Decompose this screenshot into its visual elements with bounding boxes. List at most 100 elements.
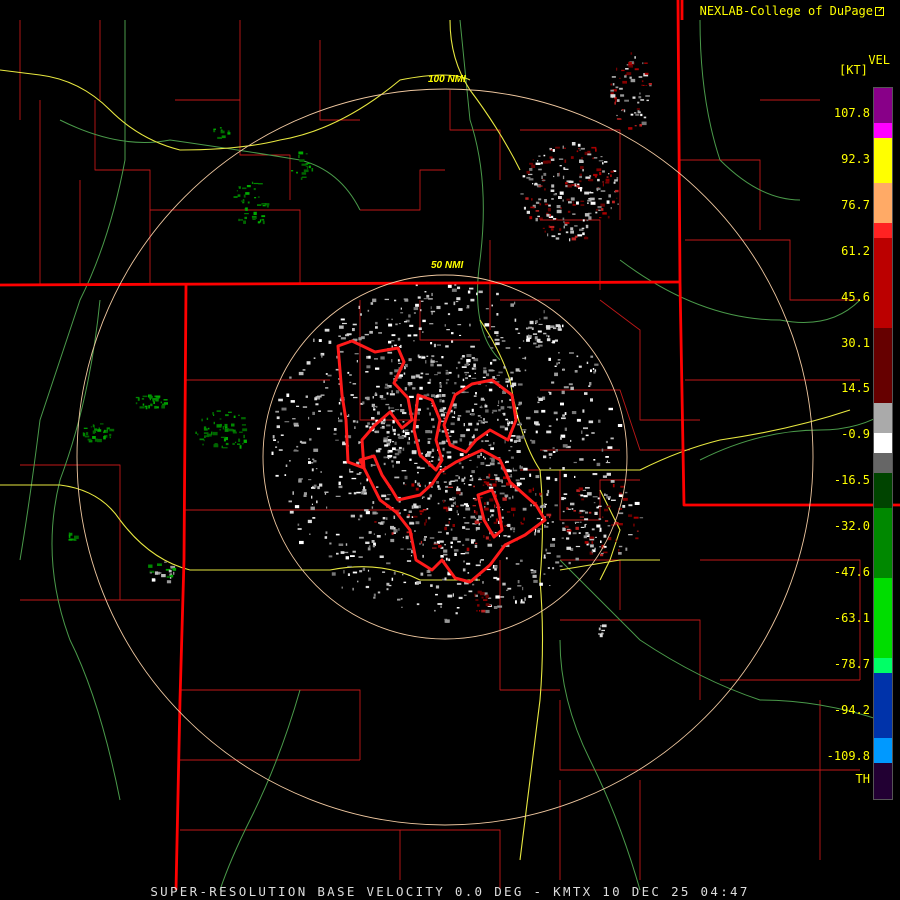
echo-pixel xyxy=(413,340,415,342)
echo-pixel xyxy=(367,569,370,572)
echo-pixel xyxy=(467,290,471,294)
echo-pixel xyxy=(468,484,472,486)
echo-pixel xyxy=(453,416,456,418)
echo-pixel xyxy=(411,483,415,487)
echo-pixel xyxy=(539,318,541,320)
echo-pixel xyxy=(515,368,520,372)
echo-pixel xyxy=(435,593,438,596)
echo-pixel xyxy=(219,418,222,420)
echo-pixel xyxy=(614,101,616,105)
echo-pixel xyxy=(515,328,519,331)
echo-pixel xyxy=(387,494,391,496)
echo-pixel xyxy=(566,537,570,540)
echo-pixel xyxy=(562,414,566,417)
echo-pixel xyxy=(305,395,308,398)
echo-pixel xyxy=(400,548,404,550)
echo-pixel xyxy=(594,363,599,366)
echo-pixel xyxy=(566,198,570,201)
colorbar-segment xyxy=(874,223,892,238)
echo-pixel xyxy=(571,142,576,146)
echo-pixel xyxy=(490,361,493,365)
echo-pixel xyxy=(544,503,546,506)
echo-pixel xyxy=(544,199,547,203)
echo-pixel xyxy=(173,571,175,575)
echo-pixel xyxy=(496,313,499,316)
echo-pixel xyxy=(494,504,496,508)
echo-pixel xyxy=(348,492,352,495)
echo-pixel xyxy=(528,489,532,493)
echo-pixel xyxy=(442,400,445,403)
echo-pixel xyxy=(450,480,456,482)
echo-pixel xyxy=(581,437,585,441)
echo-pixel xyxy=(155,398,159,402)
echo-pixel xyxy=(195,431,197,434)
echo-pixel xyxy=(510,438,513,442)
warning-polygon[interactable] xyxy=(358,448,547,584)
echo-pixel xyxy=(257,196,260,198)
echo-pixel xyxy=(415,487,419,491)
echo-pixel xyxy=(639,124,642,127)
echo-pixel xyxy=(393,571,396,575)
echo-pixel xyxy=(429,537,435,539)
echo-pixel xyxy=(400,307,402,310)
echo-pixel xyxy=(383,439,387,443)
echo-pixel xyxy=(394,476,400,479)
echo-pixel xyxy=(582,232,585,236)
echo-pixel xyxy=(499,492,505,495)
echo-pixel xyxy=(402,447,405,451)
echo-pixel xyxy=(437,458,441,461)
echo-pixel xyxy=(473,395,477,397)
echo-pixel xyxy=(574,370,578,373)
echo-pixel xyxy=(436,394,439,398)
echo-pixel xyxy=(370,464,373,467)
echo-pixel xyxy=(620,485,625,488)
colorbar-segment xyxy=(874,508,892,578)
echo-pixel xyxy=(306,165,308,170)
echo-pixel xyxy=(586,543,589,546)
echo-pixel xyxy=(464,371,469,374)
echo-pixel xyxy=(368,531,372,534)
echo-pixel xyxy=(466,354,472,358)
county-border xyxy=(79,180,301,285)
echo-pixel xyxy=(427,381,431,384)
echo-pixel xyxy=(451,288,457,292)
echo-pixel xyxy=(442,411,446,413)
echo-pixel xyxy=(589,197,595,201)
echo-pixel xyxy=(370,302,374,305)
echo-pixel xyxy=(562,444,568,448)
echo-pixel xyxy=(596,168,602,172)
echo-pixel xyxy=(511,507,516,511)
echo-pixel xyxy=(595,148,597,152)
echo-pixel xyxy=(477,604,480,607)
credit-link[interactable]: NEXLAB-College of DuPage xyxy=(700,4,884,18)
echo-pixel xyxy=(232,431,237,434)
echo-pixel xyxy=(552,149,555,152)
echo-pixel xyxy=(317,427,321,430)
echo-pixel xyxy=(392,447,396,451)
echo-pixel xyxy=(537,401,540,404)
radar-viewer: 100 NMI 50 NMI NEXLAB-College of DuPage … xyxy=(0,0,900,900)
echo-pixel xyxy=(471,357,475,359)
echo-pixel xyxy=(553,327,557,330)
echo-pixel xyxy=(454,479,458,482)
echo-pixel xyxy=(571,237,577,241)
echo-pixel xyxy=(430,584,433,587)
echo-pixel xyxy=(610,174,612,177)
county-border xyxy=(185,300,690,511)
echo-pixel xyxy=(464,522,470,524)
echo-pixel xyxy=(408,510,412,513)
echo-pixel xyxy=(365,585,370,589)
echo-pixel xyxy=(644,72,649,75)
echo-pixel xyxy=(397,359,400,362)
echo-pixel xyxy=(293,424,299,427)
echo-pixel xyxy=(149,398,151,401)
echo-pixel xyxy=(481,420,483,424)
echo-pixel xyxy=(374,521,377,523)
echo-pixel xyxy=(431,394,436,398)
echo-pixel xyxy=(326,506,328,509)
echo-pixel xyxy=(445,489,448,493)
echo-pixel xyxy=(397,337,401,341)
echo-pixel xyxy=(542,227,545,229)
echo-pixel xyxy=(581,430,583,434)
radar-map[interactable]: 100 NMI 50 NMI xyxy=(0,0,900,900)
